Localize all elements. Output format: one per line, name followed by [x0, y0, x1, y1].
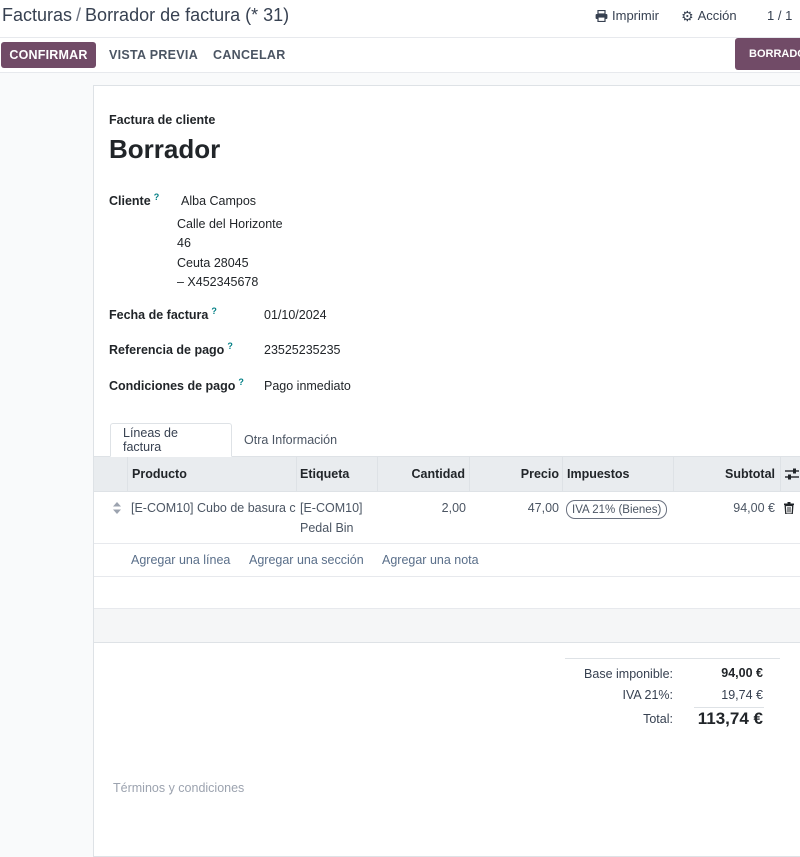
pager-value[interactable]: 1 / 1: [767, 8, 792, 23]
gear-icon: ⚙: [681, 7, 694, 24]
tab-invoice-lines[interactable]: Líneas de factura: [110, 423, 232, 457]
action-menu-button[interactable]: ⚙ Acción: [681, 8, 737, 23]
help-tooltip-icon[interactable]: ?: [211, 306, 217, 316]
breadcrumb-separator: /: [76, 5, 82, 25]
table-footer: [94, 609, 800, 643]
customer-address-line: – X452345678: [177, 275, 259, 289]
invoice-date-label: Fecha de factura?: [109, 306, 217, 322]
payment-terms-field[interactable]: Pago inmediato: [264, 379, 351, 393]
invoice-date-field[interactable]: 01/10/2024: [264, 308, 327, 322]
print-label: Imprimir: [612, 8, 659, 23]
invoice-date-label-text: Fecha de factura: [109, 308, 209, 323]
payment-terms-label: Condiciones de pago?: [109, 377, 244, 393]
column-header-subtotal[interactable]: Subtotal: [673, 467, 775, 481]
row-divider: [94, 543, 800, 544]
confirm-button[interactable]: CONFIRMAR: [1, 42, 96, 68]
sliders-icon: [785, 468, 799, 480]
column-divider: [780, 457, 781, 491]
customer-name-field[interactable]: Alba Campos: [181, 194, 256, 208]
column-divider: [562, 457, 563, 491]
breadcrumb: Facturas / Borrador de factura (* 31): [2, 5, 289, 26]
totals-divider: [694, 707, 764, 708]
customer-address-line: 46: [177, 236, 191, 250]
add-line-link[interactable]: Agregar una línea: [131, 553, 230, 567]
line-product-cell[interactable]: [E-COM10] Cubo de basura c: [131, 501, 296, 515]
add-note-link[interactable]: Agregar una nota: [382, 553, 479, 567]
add-section-link[interactable]: Agregar una sección: [249, 553, 364, 567]
invoice-type-label: Factura de cliente: [109, 113, 216, 127]
breadcrumb-current: Borrador de factura (* 31): [85, 5, 290, 25]
preview-button[interactable]: VISTA PREVIA: [109, 48, 198, 62]
printer-icon: [595, 9, 608, 22]
trash-icon: [784, 502, 794, 515]
invoice-title: Borrador: [109, 134, 221, 164]
help-tooltip-icon[interactable]: ?: [238, 377, 244, 387]
help-tooltip-icon[interactable]: ?: [227, 341, 233, 351]
tax-amount-label: IVA 21%:: [622, 688, 674, 702]
column-header-quantity[interactable]: Cantidad: [377, 467, 465, 481]
drag-handle-icon: [113, 502, 121, 514]
base-amount-value: 94,00 €: [721, 666, 763, 680]
column-header-taxes[interactable]: Impuestos: [567, 467, 630, 481]
delete-line-button[interactable]: [784, 502, 794, 517]
breadcrumb-parent-link[interactable]: Facturas: [2, 5, 72, 25]
line-subtotal-cell: 94,00 €: [733, 501, 775, 515]
line-label-cell-2[interactable]: Pedal Bin: [300, 521, 354, 535]
print-button[interactable]: Imprimir: [595, 8, 659, 23]
totals-divider: [565, 658, 780, 659]
payment-terms-label-text: Condiciones de pago: [109, 379, 236, 394]
customer-address-line: Ceuta 28045: [177, 256, 249, 270]
payment-reference-field[interactable]: 23525235235: [264, 343, 340, 357]
line-quantity-cell[interactable]: 2,00: [377, 501, 466, 515]
status-draft[interactable]: BORRADOR: [735, 38, 800, 70]
cancel-button[interactable]: CANCELAR: [213, 48, 286, 62]
line-label-cell[interactable]: [E-COM10]: [300, 501, 363, 515]
column-divider: [296, 457, 297, 491]
payment-reference-label-text: Referencia de pago: [109, 343, 225, 358]
customer-label-text: Cliente: [109, 194, 151, 209]
help-tooltip-icon[interactable]: ?: [154, 192, 160, 202]
line-price-cell[interactable]: 47,00: [469, 501, 559, 515]
tab-other-info[interactable]: Otra Información: [232, 423, 349, 457]
row-divider: [94, 576, 800, 577]
row-drag-handle[interactable]: [113, 502, 121, 517]
column-divider: [127, 457, 128, 491]
customer-address-line: Calle del Horizonte: [177, 217, 283, 231]
customer-label: Cliente?: [109, 192, 159, 208]
terms-conditions-field[interactable]: Términos y condiciones: [113, 781, 244, 795]
tax-amount-value: 19,74 €: [721, 688, 763, 702]
column-header-product[interactable]: Producto: [132, 467, 187, 481]
base-amount-label: Base imponible:: [584, 667, 673, 681]
optional-columns-toggle[interactable]: [785, 468, 799, 483]
payment-reference-label: Referencia de pago?: [109, 341, 233, 357]
tax-badge[interactable]: IVA 21% (Bienes): [566, 500, 668, 519]
action-label: Acción: [697, 8, 737, 23]
column-header-label[interactable]: Etiqueta: [300, 467, 349, 481]
column-header-price[interactable]: Precio: [469, 467, 559, 481]
total-value: 113,74 €: [697, 709, 763, 728]
